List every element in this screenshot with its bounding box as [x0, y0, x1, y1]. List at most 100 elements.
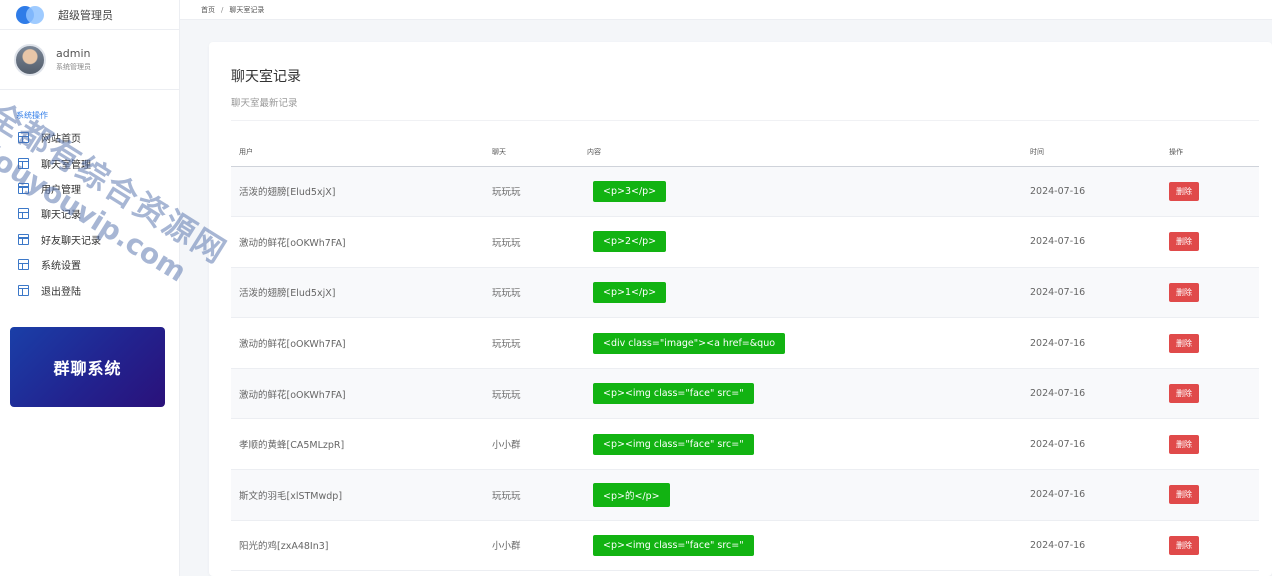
cell-user: 斯文的羽毛[xlSTMwdp] — [231, 469, 484, 521]
sidebar-item-system-settings[interactable]: 系统设置 — [0, 252, 179, 277]
layout-icon — [18, 157, 29, 169]
promo-text: 群聊系统 — [53, 359, 122, 378]
brand-header: 超级管理员 — [0, 0, 179, 30]
cell-user: 孝顺的黄蜂[CA5MLzpR] — [231, 418, 484, 471]
content-badge: <p>1</p> — [593, 281, 667, 303]
cell-time: 2024-07-16 — [1022, 166, 1161, 218]
brand-logo-icon — [16, 4, 46, 26]
cell-time: 2024-07-16 — [1022, 520, 1161, 572]
layout-icon — [18, 208, 29, 220]
layout-icon — [18, 233, 29, 245]
table-row: 激动的鲜花[oOKWh7FA] 玩玩玩 <p><img class="face"… — [231, 368, 1259, 420]
brand-title: 超级管理员 — [58, 8, 113, 22]
delete-button[interactable]: 删除 — [1169, 434, 1199, 454]
content-badge: <p>的</p> — [593, 482, 670, 507]
column-header-action: 操作 — [1161, 139, 1259, 167]
layout-icon — [18, 284, 29, 296]
sidebar-item-label: 聊天记录 — [41, 210, 81, 222]
breadcrumb-separator: / — [221, 5, 224, 14]
sidebar-item-label: 聊天室管理 — [41, 159, 91, 171]
sidebar-item-friend-chat-records[interactable]: 好友聊天记录 — [0, 227, 179, 252]
user-info: admin 系统管理员 — [56, 47, 91, 72]
cell-user: 激动的鲜花[oOKWh7FA] — [231, 317, 484, 369]
delete-button[interactable]: 删除 — [1169, 333, 1199, 353]
sidebar-item-home[interactable]: 网站首页 — [0, 125, 179, 150]
chat-records-table: 用户 聊天 内容 时间 操作 活泼的翅膀[Elud5xjX] 玩玩玩 <p>3<… — [231, 139, 1259, 572]
cell-time: 2024-07-16 — [1022, 216, 1161, 268]
cell-time: 2024-07-16 — [1022, 267, 1161, 319]
content-badge: <p><img class="face" src=" — [593, 534, 754, 556]
user-name: admin — [56, 47, 91, 60]
cell-action: 删除 — [1161, 368, 1259, 420]
page-title: 聊天室记录 — [231, 69, 301, 85]
delete-button[interactable]: 删除 — [1169, 232, 1199, 252]
page-subtitle: 聊天室最新记录 — [231, 98, 298, 109]
sidebar-item-chat-records[interactable]: 聊天记录 — [0, 201, 179, 226]
column-header-content: 内容 — [579, 139, 1022, 167]
table-row: 活泼的翅膀[Elud5xjX] 玩玩玩 <p>1</p> 2024-07-16 … — [231, 267, 1259, 319]
user-panel: admin 系统管理员 — [0, 30, 179, 90]
content-badge: <p><img class="face" src=" — [593, 383, 754, 405]
cell-time: 2024-07-16 — [1022, 368, 1161, 420]
cell-action: 删除 — [1161, 267, 1259, 319]
promo-banner[interactable]: 群聊系统 — [10, 327, 165, 407]
layout-icon — [18, 132, 29, 144]
cell-action: 删除 — [1161, 216, 1259, 268]
content-card: 聊天室记录 聊天室最新记录 用户 聊天 内容 时间 操作 活泼的翅膀[Elud5… — [209, 42, 1272, 576]
sidebar-item-logout[interactable]: 退出登陆 — [0, 277, 179, 302]
table-row: 活泼的翅膀[Elud5xjX] 玩玩玩 <p>3</p> 2024-07-16 … — [231, 166, 1259, 218]
cell-action: 删除 — [1161, 469, 1259, 521]
cell-content: <p>的</p> — [579, 469, 1022, 521]
cell-time: 2024-07-16 — [1022, 469, 1161, 521]
cell-chat: 玩玩玩 — [484, 317, 579, 369]
cell-action: 删除 — [1161, 317, 1259, 369]
cell-content: <p>2</p> — [579, 216, 1022, 268]
cell-user: 活泼的翅膀[Elud5xjX] — [231, 166, 484, 218]
content-badge: <p>2</p> — [593, 231, 667, 253]
content-badge: <p><img class="face" src=" — [593, 433, 754, 455]
sidebar-item-label: 网站首页 — [41, 134, 81, 146]
cell-chat: 玩玩玩 — [484, 216, 579, 268]
nav-section-label: 系统操作 — [16, 111, 48, 120]
cell-content: <p>1</p> — [579, 267, 1022, 319]
table-row: 激动的鲜花[oOKWh7FA] 玩玩玩 <p>2</p> 2024-07-16 … — [231, 216, 1259, 268]
cell-user: 阳光的鸡[zxA48In3] — [231, 520, 484, 572]
column-header-user: 用户 — [231, 139, 484, 167]
delete-button[interactable]: 删除 — [1169, 485, 1199, 505]
table-header-row: 用户 聊天 内容 时间 操作 — [231, 139, 1259, 167]
layout-icon — [18, 259, 29, 271]
cell-time: 2024-07-16 — [1022, 317, 1161, 369]
cell-chat: 玩玩玩 — [484, 267, 579, 319]
table-row: 斯文的羽毛[xlSTMwdp] 玩玩玩 <p>的</p> 2024-07-16 … — [231, 469, 1259, 521]
breadcrumb-current: 聊天室记录 — [229, 5, 265, 14]
delete-button[interactable]: 删除 — [1169, 384, 1199, 404]
table-row: 阳光的鸡[zxA48In3] 小小群 <p><img class="face" … — [231, 520, 1259, 572]
sidebar-item-user-management[interactable]: 用户管理 — [0, 176, 179, 201]
sidebar-item-label: 用户管理 — [41, 184, 81, 196]
sidebar-item-chatroom-management[interactable]: 聊天室管理 — [0, 150, 179, 175]
column-header-chat: 聊天 — [484, 139, 579, 167]
delete-button[interactable]: 删除 — [1169, 181, 1199, 201]
breadcrumb-home[interactable]: 首页 — [201, 5, 215, 15]
cell-time: 2024-07-16 — [1022, 418, 1161, 471]
delete-button[interactable]: 删除 — [1169, 282, 1199, 302]
table-row: 孝顺的黄蜂[CA5MLzpR] 小小群 <p><img class="face"… — [231, 418, 1259, 471]
cell-user: 激动的鲜花[oOKWh7FA] — [231, 368, 484, 420]
sidebar-item-label: 系统设置 — [41, 261, 81, 273]
column-header-time: 时间 — [1022, 139, 1161, 167]
divider — [231, 120, 1259, 121]
content-badge: <div class="image"><a href=&quo — [593, 332, 786, 354]
cell-chat: 小小群 — [484, 418, 579, 471]
user-role: 系统管理员 — [56, 63, 91, 71]
cell-user: 活泼的翅膀[Elud5xjX] — [231, 267, 484, 319]
cell-chat: 小小群 — [484, 520, 579, 572]
cell-content: <div class="image"><a href=&quo — [579, 317, 1022, 369]
cell-chat: 玩玩玩 — [484, 368, 579, 420]
delete-button[interactable]: 删除 — [1169, 535, 1199, 555]
cell-chat: 玩玩玩 — [484, 166, 579, 218]
cell-content: <p><img class="face" src=" — [579, 368, 1022, 420]
sidebar: 超级管理员 admin 系统管理员 系统操作 网站首页 聊天室管理 用户管理 聊… — [0, 0, 180, 576]
avatar[interactable] — [14, 43, 46, 76]
breadcrumb: 首页 / 聊天室记录 — [180, 0, 1272, 20]
sidebar-item-label: 退出登陆 — [41, 286, 81, 298]
